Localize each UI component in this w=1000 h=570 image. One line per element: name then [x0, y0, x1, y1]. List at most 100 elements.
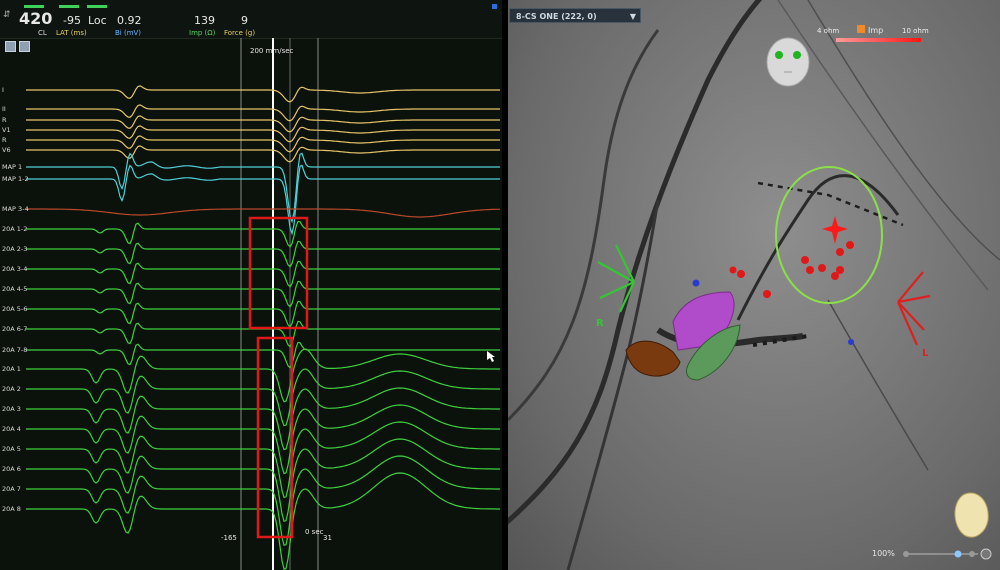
ecg-trace: [26, 341, 500, 369]
channel-label: 20A 3: [2, 405, 21, 413]
imp-min-label: 4 ohm: [817, 27, 840, 35]
ecg-trace: [26, 421, 500, 499]
channel-label: 20A 3-4: [2, 265, 28, 273]
catheter-shaft-2: [566, 199, 660, 570]
ecg-trace: [26, 145, 500, 163]
head-eye-right: [793, 51, 801, 59]
ecg-trace: [26, 220, 500, 248]
orientation-heart-icon[interactable]: [954, 492, 989, 538]
channel-label: 20A 1: [2, 365, 21, 373]
channel-label: I: [2, 86, 4, 94]
ecg-trace: [26, 85, 500, 103]
imp-max-label: 10 ohm: [902, 27, 929, 35]
imp-value: 139: [194, 14, 215, 27]
channel-label: 20A 2: [2, 385, 21, 393]
map-canvas[interactable]: [508, 0, 1000, 570]
scale-label: 200 mm/sec: [250, 47, 294, 55]
loc-bar: [87, 5, 107, 8]
time-label: 0 sec: [305, 528, 324, 536]
ecg-trace: [26, 260, 500, 288]
head-eye-left: [775, 51, 783, 59]
mesh-brown[interactable]: [625, 340, 681, 377]
imp-color-bar: [836, 38, 921, 42]
chevron-down-icon: ▼: [629, 12, 636, 21]
ecg-panel: ⇵ 420 CL -95 LAT (ms) Loc 0.92 Bi (mV) 1…: [0, 0, 502, 570]
zoom-slider-thumb[interactable]: [954, 550, 962, 558]
ecg-trace: [26, 164, 500, 236]
ecg-trace: [26, 472, 500, 570]
channel-label: R: [2, 136, 7, 144]
lesion-tags[interactable]: [729, 241, 855, 298]
channel-label: MAP 1: [2, 163, 23, 171]
channel-label: 20A 7: [2, 485, 21, 493]
contour-1: [777, 0, 989, 291]
fluoroscopy-map-panel[interactable]: 4 ohm Imp 10 ohm R L 100%: [508, 0, 1000, 570]
zoom-reset-icon[interactable]: [980, 548, 992, 560]
view-selector-label: 8-CS ONE (222, 0): [516, 12, 597, 21]
imp-legend-label: Imp: [868, 26, 884, 35]
right-axis-icon: [597, 244, 635, 313]
left-label: L: [922, 348, 929, 359]
bi-value: 0.92: [117, 14, 142, 27]
left-marker-label: -165: [221, 534, 237, 542]
panel-status-icon: [492, 4, 497, 9]
contour-3: [827, 299, 929, 471]
channel-label: 20A 5-6: [2, 305, 28, 313]
channel-label: V6: [2, 146, 11, 154]
lat-value: -95: [63, 14, 81, 27]
bi-label: Bi (mV): [115, 29, 142, 37]
right-label: R: [596, 318, 604, 329]
ecg-trace: [26, 240, 500, 268]
highlight-box-lower: [256, 336, 294, 539]
patient-head-icon[interactable]: [766, 37, 810, 87]
imp-legend-icon: [857, 25, 865, 33]
measurement-header: ⇵ 420 CL -95 LAT (ms) Loc 0.92 Bi (mV) 1…: [0, 0, 502, 39]
channel-label: 20A 6-7: [2, 325, 28, 333]
lat-bar: [59, 5, 79, 8]
channel-label: 20A 5: [2, 445, 21, 453]
catheter-shaft-1: [508, 0, 763, 525]
channel-label: 20A 4: [2, 425, 21, 433]
target-ellipse[interactable]: [775, 166, 883, 304]
marker-blue-2: [848, 339, 854, 345]
channel-label: 20A 1-2: [2, 225, 28, 233]
cl-value: 420: [19, 9, 53, 28]
cl-bar: [24, 5, 44, 8]
zoom-level: 100%: [872, 549, 895, 558]
ecg-traces: [26, 38, 501, 570]
ecg-trace: [26, 404, 500, 475]
channel-label: 20A 7-8: [2, 346, 28, 354]
channel-label: MAP 3-4: [2, 205, 29, 213]
left-axis-icon: [896, 271, 931, 346]
marker-blue: [692, 279, 700, 287]
right-marker-label: 31: [323, 534, 332, 542]
ecg-trace: [26, 104, 500, 122]
channel-label: 20A 4-5: [2, 285, 28, 293]
imp-label: Imp (Ω): [189, 29, 216, 37]
target-star-icon[interactable]: [822, 216, 848, 244]
ecg-trace: [26, 300, 500, 328]
force-value: 9: [241, 14, 248, 27]
zoom-out-icon[interactable]: [903, 551, 909, 557]
ecg-trace: [26, 320, 500, 348]
ecg-trace: [26, 348, 500, 403]
channel-label: 20A 8: [2, 505, 21, 513]
channel-label: 20A 2-3: [2, 245, 28, 253]
mouse-cursor-icon: [487, 351, 495, 362]
lat-label: LAT (ms): [56, 29, 87, 37]
channel-label: II: [2, 105, 6, 113]
highlight-box-upper: [248, 216, 309, 330]
cl-label: CL: [38, 29, 47, 37]
loc-label: Loc: [88, 14, 107, 27]
cl-spinner-icon[interactable]: ⇵: [3, 10, 11, 20]
ecg-trace: [26, 387, 500, 451]
ecg-trace: [26, 208, 501, 218]
view-selector-dropdown[interactable]: 8-CS ONE (222, 0) ▼: [509, 8, 641, 23]
channel-label: V1: [2, 126, 11, 134]
channel-label: MAP 1-2: [2, 175, 29, 183]
force-label: Force (g): [224, 29, 256, 37]
ecg-trace: [26, 280, 500, 308]
channel-label: R: [2, 116, 7, 124]
channel-label: 20A 6: [2, 465, 21, 473]
zoom-in-icon[interactable]: [969, 551, 975, 557]
